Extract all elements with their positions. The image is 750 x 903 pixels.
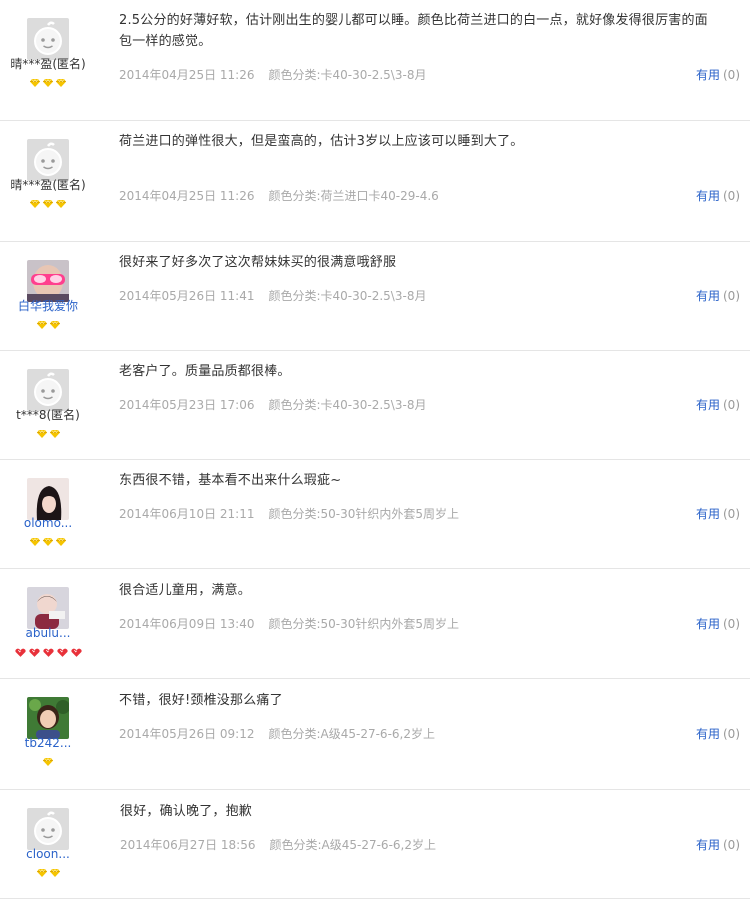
review-date: 2014年05月23日 17:06 <box>119 398 255 412</box>
useful-button[interactable]: 有用 <box>696 68 720 82</box>
review-item: 晴***盈(匿名) 荷兰进口的弹性很大，但是蛮高的，估计3岁以上应该可以睡到大了。… <box>0 121 750 242</box>
useful-vote: 有用 (0) <box>696 396 740 413</box>
useful-vote: 有用 (0) <box>696 836 740 853</box>
review-meta: 2014年04月25日 11:26 颜色分类:卡40-30-2.5\3-8月 <box>119 66 426 83</box>
useful-vote: 有用 (0) <box>696 187 740 204</box>
review-text: 很好来了好多次了这次帮妹妹买的很满意哦舒服 <box>119 252 745 273</box>
review-text-line: 2.5公分的好薄好软，估计刚出生的婴儿都可以睡。颜色比荷兰进口的白一点，就好像发… <box>119 13 708 28</box>
reputation-badges <box>0 430 98 440</box>
review-text: 老客户了。质量品质都很棒。 <box>119 361 745 382</box>
useful-count: (0) <box>723 189 740 203</box>
useful-count: (0) <box>723 398 740 412</box>
review-meta: 2014年06月10日 21:11 颜色分类:50-30针织内外套5周岁上 <box>119 505 459 522</box>
reputation-badges <box>0 79 98 89</box>
useful-count: (0) <box>723 727 740 741</box>
review-text: 不错，很好!颈椎没那么痛了 <box>119 690 745 711</box>
useful-button[interactable]: 有用 <box>696 838 720 852</box>
review-item: cloon... 很好，确认晚了，抱歉 2014年06月27日 18:56 颜色分类:… <box>0 790 750 899</box>
reputation-badges <box>0 869 98 879</box>
useful-button[interactable]: 有用 <box>696 189 720 203</box>
useful-vote: 有用 (0) <box>696 615 740 632</box>
review-date: 2014年06月10日 21:11 <box>119 507 255 521</box>
review-date: 2014年06月27日 18:56 <box>120 838 256 852</box>
review-item: olomo... 东西很不错，基本看不出来什么瑕疵~ 2014年06月10日 21:… <box>0 460 750 569</box>
review-item: t***8(匿名) 老客户了。质量品质都很棒。 2014年05月23日 17:06 颜… <box>0 351 750 460</box>
review-meta: 2014年05月26日 09:12 颜色分类:A级45-27-6-6,2岁上 <box>119 725 435 742</box>
useful-count: (0) <box>723 289 740 303</box>
reputation-badges <box>0 538 98 548</box>
review-item: 白华我爱你 很好来了好多次了这次帮妹妹买的很满意哦舒服 2014年05月26日 11… <box>0 242 750 351</box>
useful-vote: 有用 (0) <box>696 287 740 304</box>
review-text-line: 东西很不错，基本看不出来什么瑕疵~ <box>119 473 342 488</box>
product-spec: 颜色分类:50-30针织内外套5周岁上 <box>268 507 460 521</box>
useful-vote: 有用 (0) <box>696 505 740 522</box>
useful-vote: 有用 (0) <box>696 66 740 83</box>
review-meta: 2014年06月09日 13:40 颜色分类:50-30针织内外套5周岁上 <box>119 615 459 632</box>
useful-count: (0) <box>723 507 740 521</box>
reputation-badges <box>0 648 98 658</box>
default-avatar-icon <box>27 808 69 850</box>
reputation-badges <box>0 321 98 331</box>
username[interactable]: tb242... <box>0 736 98 750</box>
review-text-line: 很合适儿童用，满意。 <box>119 583 252 598</box>
product-spec: 颜色分类:荷兰进口卡40-29-4.6 <box>268 189 439 203</box>
review-text-line: 老客户了。质量品质都很棒。 <box>119 364 291 379</box>
username[interactable]: abulu... <box>0 626 98 640</box>
review-meta: 2014年04月25日 11:26 颜色分类:荷兰进口卡40-29-4.6 <box>119 187 439 204</box>
product-spec: 颜色分类:50-30针织内外套5周岁上 <box>268 617 460 631</box>
user-avatar[interactable] <box>27 478 69 520</box>
user-avatar[interactable] <box>27 697 69 739</box>
review-text-line: 包一样的感觉。 <box>119 34 212 49</box>
useful-count: (0) <box>723 838 740 852</box>
username: t***8(匿名) <box>16 408 80 422</box>
username[interactable]: cloon... <box>0 847 98 861</box>
review-date: 2014年06月09日 13:40 <box>119 617 255 631</box>
review-text: 很好，确认晚了，抱歉 <box>120 801 746 822</box>
useful-button[interactable]: 有用 <box>696 727 720 741</box>
user-avatar[interactable] <box>27 587 69 629</box>
reputation-badges <box>0 758 98 768</box>
review-item: tb242... 不错，很好!颈椎没那么痛了 2014年05月26日 09:12 颜色… <box>0 679 750 790</box>
product-spec: 颜色分类:卡40-30-2.5\3-8月 <box>268 289 427 303</box>
review-meta: 2014年06月27日 18:56 颜色分类:A级45-27-6-6,2岁上 <box>120 836 436 853</box>
useful-button[interactable]: 有用 <box>696 507 720 521</box>
review-text-line: 很好来了好多次了这次帮妹妹买的很满意哦舒服 <box>119 255 397 270</box>
review-text: 荷兰进口的弹性很大，但是蛮高的，估计3岁以上应该可以睡到大了。 <box>119 131 745 152</box>
review-text: 东西很不错，基本看不出来什么瑕疵~ <box>119 470 745 491</box>
product-spec: 颜色分类:卡40-30-2.5\3-8月 <box>268 68 427 82</box>
review-meta: 2014年05月26日 11:41 颜色分类:卡40-30-2.5\3-8月 <box>119 287 426 304</box>
review-text: 很合适儿童用，满意。 <box>119 580 745 601</box>
product-spec: 颜色分类:A级45-27-6-6,2岁上 <box>269 838 436 852</box>
review-item: abulu... 很合适儿童用，满意。 2014年06月09日 13:40 颜色分类:… <box>0 569 750 679</box>
username[interactable]: 白华我爱你 <box>0 299 98 313</box>
useful-count: (0) <box>723 68 740 82</box>
username: 晴***盈(匿名) <box>10 57 86 71</box>
review-date: 2014年05月26日 09:12 <box>119 727 255 741</box>
review-text-line: 很好，确认晚了，抱歉 <box>120 804 253 819</box>
default-avatar-icon <box>27 139 69 181</box>
review-text-line: 不错，很好!颈椎没那么痛了 <box>119 693 283 708</box>
default-avatar-icon <box>27 18 69 60</box>
review-date: 2014年05月26日 11:41 <box>119 289 255 303</box>
useful-count: (0) <box>723 617 740 631</box>
review-date: 2014年04月25日 11:26 <box>119 189 255 203</box>
username: 晴***盈(匿名) <box>10 178 86 192</box>
reputation-badges <box>0 200 98 210</box>
default-avatar-icon <box>27 369 69 411</box>
user-avatar[interactable] <box>27 260 69 302</box>
review-meta: 2014年05月23日 17:06 颜色分类:卡40-30-2.5\3-8月 <box>119 396 426 413</box>
useful-button[interactable]: 有用 <box>696 289 720 303</box>
useful-button[interactable]: 有用 <box>696 617 720 631</box>
review-date: 2014年04月25日 11:26 <box>119 68 255 82</box>
product-spec: 颜色分类:A级45-27-6-6,2岁上 <box>268 727 435 741</box>
username[interactable]: olomo... <box>0 516 98 530</box>
useful-vote: 有用 (0) <box>696 725 740 742</box>
review-item: 晴***盈(匿名) 2.5公分的好薄好软，估计刚出生的婴儿都可以睡。颜色比荷兰进口… <box>0 0 750 121</box>
product-spec: 颜色分类:卡40-30-2.5\3-8月 <box>268 398 427 412</box>
review-text: 2.5公分的好薄好软，估计刚出生的婴儿都可以睡。颜色比荷兰进口的白一点，就好像发… <box>119 10 745 52</box>
useful-button[interactable]: 有用 <box>696 398 720 412</box>
review-text-line: 荷兰进口的弹性很大，但是蛮高的，估计3岁以上应该可以睡到大了。 <box>119 134 524 149</box>
